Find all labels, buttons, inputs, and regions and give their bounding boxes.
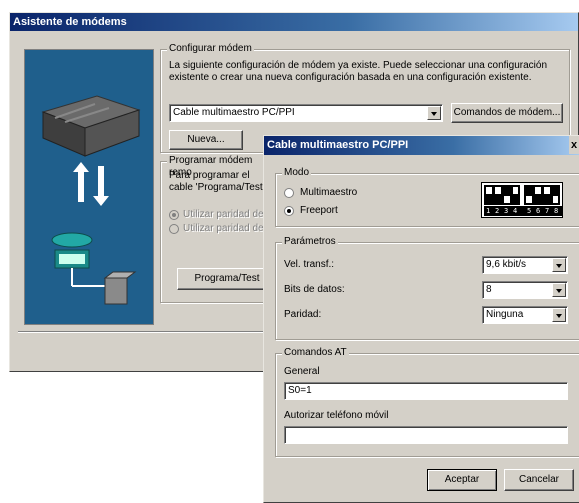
data-bits-label: Bits de datos: xyxy=(284,284,345,295)
parity-select[interactable]: Ninguna xyxy=(482,306,568,324)
parity-radio-1[interactable] xyxy=(169,210,179,220)
wizard-separator xyxy=(18,331,268,333)
data-bits-arrow[interactable] xyxy=(552,283,566,297)
dialog-titlebar[interactable]: Cable multimaestro PC/PPI x xyxy=(264,136,579,155)
data-bits-select[interactable]: 8 xyxy=(482,281,568,299)
accept-button[interactable]: Aceptar xyxy=(427,469,497,491)
program-test-button[interactable]: Programa/Test xyxy=(177,268,277,290)
close-icon[interactable]: x xyxy=(569,136,579,154)
config-select-arrow[interactable] xyxy=(427,106,441,120)
parity-radio-2-label: Utilizar paridad de 1 xyxy=(183,223,272,234)
mode-group-label: Modo xyxy=(282,167,312,179)
parameters-group: Parámetros Vel. transf.: 9,6 kbit/s Bits… xyxy=(275,236,579,340)
baud-rate-label: Vel. transf.: xyxy=(284,259,335,270)
freeport-label: Freeport xyxy=(300,205,338,216)
plc-device-icon xyxy=(41,95,141,157)
transfer-arrows-icon xyxy=(73,162,109,206)
parity-label: Paridad: xyxy=(284,309,322,320)
cancel-button[interactable]: Cancelar xyxy=(504,469,574,491)
wizard-illustration xyxy=(24,49,154,325)
multimaster-radio[interactable] xyxy=(284,188,294,198)
config-select-value: Cable multimaestro PC/PPI xyxy=(173,107,295,118)
configure-modem-label: Configurar módem xyxy=(167,43,254,55)
config-select[interactable]: Cable multimaestro PC/PPI xyxy=(169,104,443,122)
dip-switch-icon: 1 2 3 4 5 6 7 8 xyxy=(481,182,563,218)
configure-modem-description: La siguiente configuración de módem ya e… xyxy=(169,60,548,83)
wizard-titlebar[interactable]: Asistente de módems xyxy=(10,13,578,31)
at-commands-group-label: Comandos AT xyxy=(282,347,349,359)
wizard-title: Asistente de módems xyxy=(13,16,127,28)
baud-rate-select[interactable]: 9,6 kbit/s xyxy=(482,256,568,274)
mobile-phone-label: Autorizar teléfono móvil xyxy=(284,410,389,421)
at-commands-group: Comandos AT General S0=1 Autorizar teléf… xyxy=(275,347,579,457)
baud-rate-arrow[interactable] xyxy=(552,258,566,272)
mobile-phone-input[interactable] xyxy=(284,426,568,444)
ppi-cable-dialog: Cable multimaestro PC/PPI x Modo Multima… xyxy=(263,135,579,503)
general-input[interactable]: S0=1 xyxy=(284,382,568,400)
modem-commands-button[interactable]: Comandos de módem... xyxy=(451,103,563,123)
dip-switch-numbers: 1 2 3 4 5 6 7 8 xyxy=(484,206,562,216)
parity-arrow[interactable] xyxy=(552,308,566,322)
dialog-title: Cable multimaestro PC/PPI xyxy=(267,139,409,151)
parity-radio-2[interactable] xyxy=(169,224,179,234)
parity-radio-1-label: Utilizar paridad de 1 xyxy=(183,209,272,220)
telephone-modem-icon xyxy=(51,232,137,305)
mode-group: Modo Multimaestro Freeport 1 2 3 4 5 6 7… xyxy=(275,167,579,227)
multimaster-label: Multimaestro xyxy=(300,187,358,198)
data-bits-value: 8 xyxy=(486,284,492,295)
baud-rate-value: 9,6 kbit/s xyxy=(486,259,527,270)
parity-value: Ninguna xyxy=(486,309,524,320)
general-label: General xyxy=(284,366,320,377)
parameters-group-label: Parámetros xyxy=(282,236,338,248)
program-remote-modem-group: Programar módem remo Para programar el c… xyxy=(160,155,277,303)
program-remote-description: Para programar el cable 'Programa/Test' xyxy=(169,170,265,193)
new-config-button[interactable]: Nueva... xyxy=(169,130,243,150)
general-input-value: S0=1 xyxy=(288,385,312,396)
freeport-radio[interactable] xyxy=(284,206,294,216)
